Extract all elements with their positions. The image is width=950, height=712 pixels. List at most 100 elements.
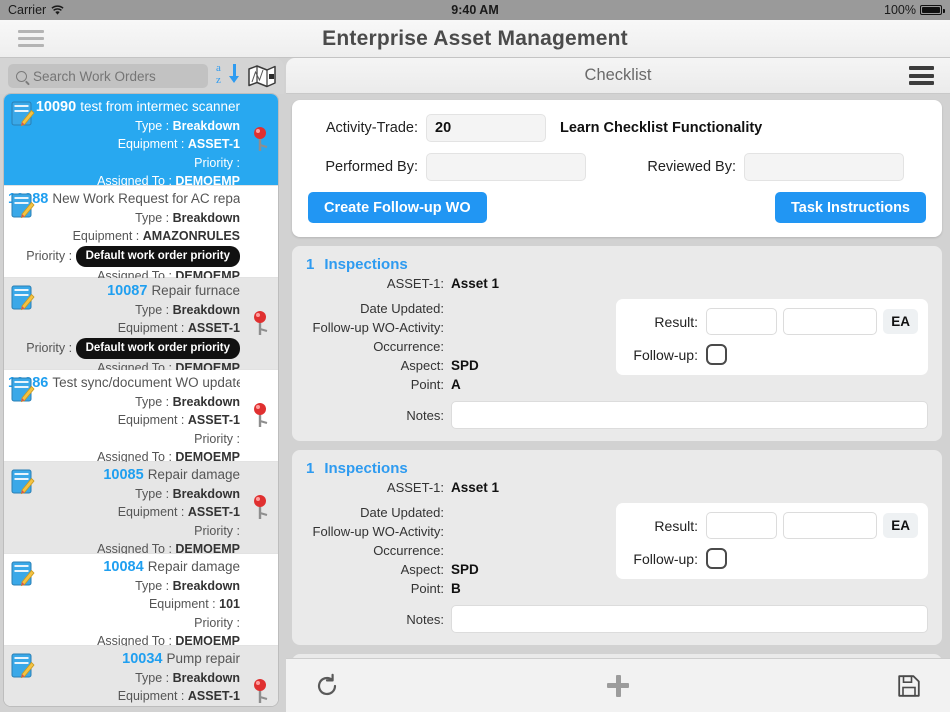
work-order-description: Repair furnace <box>151 283 240 298</box>
work-order-list-item[interactable]: 10034Pump repair Type : Breakdown Equipm… <box>4 646 278 706</box>
equipment-label: Equipment : <box>118 413 185 427</box>
performed-reviewed-row: Performed By: Reviewed By: <box>308 153 926 181</box>
work-order-list-item[interactable]: 10086Test sync/document WO update Type :… <box>4 370 278 462</box>
point-label: Point: <box>306 375 444 394</box>
inspection-fields: Date Updated: Follow-up WO-Activity: Occ… <box>306 299 606 394</box>
checklist-scroll-area[interactable]: Activity-Trade: 20 Learn Checklist Funct… <box>286 94 950 658</box>
bottom-toolbar <box>286 658 950 712</box>
work-order-note-icon <box>11 469 35 495</box>
notes-input[interactable] <box>451 605 928 633</box>
type-label: Type : <box>135 303 169 317</box>
map-pin-icon[interactable] <box>251 494 269 522</box>
reviewed-by-input[interactable] <box>744 153 904 181</box>
map-pin-icon[interactable] <box>251 678 269 706</box>
status-bar-clock: 9:40 AM <box>0 3 950 17</box>
work-order-list[interactable]: 10090test from intermec scanner Type : B… <box>4 94 278 706</box>
followup-checkbox[interactable] <box>706 344 727 365</box>
page-title: Enterprise Asset Management <box>0 27 950 51</box>
performed-by-input[interactable] <box>426 153 586 181</box>
inspection-section: 1 Inspections ASSET-1: Asset 1 Date Upda… <box>292 450 942 645</box>
result-row: Result: EA <box>626 308 918 335</box>
work-order-note-icon <box>11 285 35 311</box>
inspection-header: 1 Inspections <box>306 256 928 273</box>
priority-label: Priority : <box>194 432 240 446</box>
work-order-id: 10087 <box>107 283 147 299</box>
map-pin-icon[interactable] <box>251 310 269 338</box>
work-order-sidebar: Search Work Orders az <box>0 58 284 712</box>
app-body: Search Work Orders az <box>0 58 950 712</box>
equipment-value: ASSET-1 <box>188 689 240 703</box>
priority-label: Priority : <box>194 524 240 538</box>
result-input[interactable] <box>706 308 777 335</box>
map-pin-icon[interactable] <box>251 402 269 430</box>
work-order-list-item[interactable]: 10085Repair damage Type : Breakdown Equi… <box>4 462 278 554</box>
result-unit-label: EA <box>883 513 918 538</box>
sidebar-toolbar: Search Work Orders az <box>0 58 284 94</box>
aspect-label: Aspect: <box>306 560 444 579</box>
equipment-label: Equipment : <box>73 229 140 243</box>
save-floppy-icon[interactable] <box>892 669 926 703</box>
search-input[interactable]: Search Work Orders <box>8 64 208 88</box>
hamburger-menu-icon[interactable] <box>18 30 44 47</box>
add-icon[interactable] <box>601 669 635 703</box>
work-order-description: test from intermec scanner <box>80 99 240 114</box>
notes-label: Notes: <box>306 408 444 423</box>
notes-row: Notes: <box>306 605 928 633</box>
result-input[interactable] <box>706 512 777 539</box>
map-icon[interactable] <box>246 63 278 89</box>
equipment-value: AMAZONRULES <box>143 229 240 243</box>
date-updated-label: Date Updated: <box>306 503 444 522</box>
app-screen: Carrier 9:40 AM 100% Enterprise Asset Ma… <box>0 0 950 712</box>
task-instructions-button[interactable]: Task Instructions <box>775 192 926 223</box>
type-value: Breakdown <box>173 671 240 685</box>
followup-row: Follow-up: <box>626 548 918 569</box>
result-secondary-input[interactable] <box>783 308 877 335</box>
asset-label: ASSET-1: <box>306 480 444 495</box>
create-followup-wo-button[interactable]: Create Follow-up WO <box>308 192 487 223</box>
type-value: Breakdown <box>173 211 240 225</box>
followup-checkbox[interactable] <box>706 548 727 569</box>
asset-value: Asset 1 <box>451 276 499 291</box>
priority-label: Priority : <box>26 341 72 355</box>
work-order-note-icon <box>11 561 35 587</box>
checklist-header: Checklist <box>286 58 950 94</box>
inspection-title[interactable]: Inspections <box>324 460 407 477</box>
work-order-description: Repair damage <box>148 559 240 574</box>
priority-label: Priority : <box>26 249 72 263</box>
battery-percent-label: 100% <box>884 3 916 17</box>
followup-row: Follow-up: <box>626 344 918 365</box>
result-secondary-input[interactable] <box>783 512 877 539</box>
refresh-icon[interactable] <box>310 669 344 703</box>
work-order-list-item[interactable]: 10084Repair damage Type : Breakdown Equi… <box>4 554 278 646</box>
reviewed-by-label: Reviewed By: <box>616 159 736 175</box>
battery-icon <box>920 5 942 15</box>
priority-label: Priority : <box>194 616 240 630</box>
equipment-label: Equipment : <box>149 597 216 611</box>
work-order-details: 10088New Work Request for AC repair Type… <box>8 190 244 286</box>
inspection-title[interactable]: Inspections <box>324 256 407 273</box>
asset-row: ASSET-1: Asset 1 <box>306 276 928 291</box>
work-order-list-item[interactable]: 10087Repair furnace Type : Breakdown Equ… <box>4 278 278 370</box>
notes-input[interactable] <box>451 401 928 429</box>
work-order-note-icon <box>11 101 35 127</box>
wifi-icon <box>51 5 64 16</box>
work-order-note-icon <box>11 193 35 219</box>
work-order-details: 10087Repair furnace Type : Breakdown Equ… <box>8 282 244 378</box>
search-icon <box>16 71 27 82</box>
activity-trade-input[interactable]: 20 <box>426 114 546 142</box>
app-title-bar: Enterprise Asset Management <box>0 20 950 58</box>
work-order-list-item[interactable]: 10090test from intermec scanner Type : B… <box>4 94 278 186</box>
result-label: Result: <box>626 518 698 534</box>
work-order-description: New Work Request for AC repair <box>52 191 240 206</box>
notes-label: Notes: <box>306 612 444 627</box>
followup-label: Follow-up: <box>626 347 698 363</box>
sort-az-icon[interactable]: az <box>214 62 240 90</box>
equipment-value: ASSET-1 <box>188 321 240 335</box>
inspection-body: Date Updated: Follow-up WO-Activity: Occ… <box>306 299 928 394</box>
hamburger-menu-icon[interactable] <box>909 66 934 84</box>
inspection-number: 1 <box>306 460 314 477</box>
map-pin-icon[interactable] <box>251 126 269 154</box>
work-order-list-item[interactable]: 10088New Work Request for AC repair Type… <box>4 186 278 278</box>
occurrence-label: Occurrence: <box>306 541 444 560</box>
asset-row: ASSET-1: Asset 1 <box>306 480 928 495</box>
